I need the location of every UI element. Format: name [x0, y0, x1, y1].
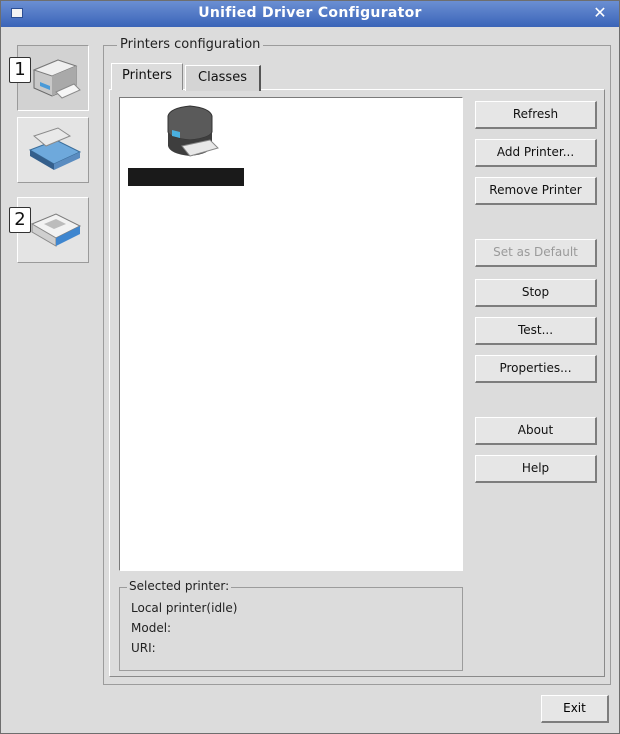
title-bar[interactable]: Unified Driver Configurator ✕ [1, 1, 619, 27]
list-item[interactable] [126, 102, 246, 186]
set-as-default-button[interactable]: Set as Default [475, 239, 597, 267]
tab-classes[interactable]: Classes [185, 65, 261, 91]
about-button[interactable]: About [475, 417, 597, 445]
printer-status: Local printer(idle) [131, 601, 238, 615]
printer-list[interactable] [119, 97, 463, 571]
refresh-button[interactable]: Refresh [475, 101, 597, 129]
stop-button[interactable]: Stop [475, 279, 597, 307]
test-button[interactable]: Test... [475, 317, 597, 345]
selected-printer-label: Selected printer: [127, 579, 232, 593]
help-button[interactable]: Help [475, 455, 597, 483]
printer-uri: URI: [131, 641, 156, 655]
window-title: Unified Driver Configurator [198, 5, 422, 21]
sidebar-item-scanners[interactable] [17, 117, 89, 183]
add-printer-button[interactable]: Add Printer... [475, 139, 597, 167]
properties-button[interactable]: Properties... [475, 355, 597, 383]
callout-badge-2: 2 [9, 207, 31, 233]
exit-button[interactable]: Exit [541, 695, 609, 723]
tab-printers[interactable]: Printers [111, 63, 183, 90]
printer-name-redacted [128, 168, 244, 186]
remove-printer-button[interactable]: Remove Printer [475, 177, 597, 205]
close-icon[interactable]: ✕ [591, 3, 609, 23]
callout-badge-1: 1 [9, 57, 31, 83]
group-title: Printers configuration [117, 37, 264, 52]
main-window: Unified Driver Configurator ✕ 1 2 Printe… [0, 0, 620, 734]
printer-model: Model: [131, 621, 172, 635]
